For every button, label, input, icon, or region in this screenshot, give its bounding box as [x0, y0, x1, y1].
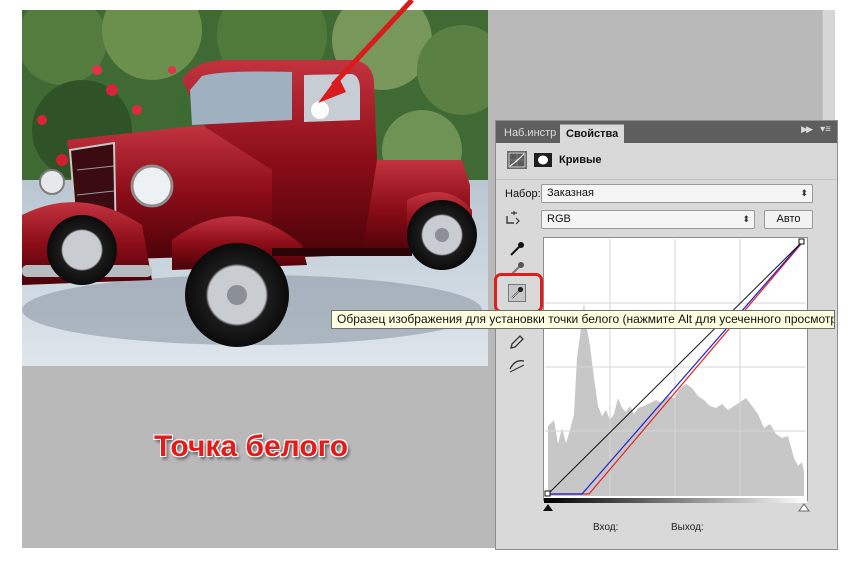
pencil-curve-icon[interactable] — [508, 333, 526, 351]
collapse-panel-icon[interactable]: ▶▶ — [801, 124, 813, 135]
curves-graph-svg — [544, 238, 806, 497]
tool-highlight-frame — [494, 273, 543, 313]
properties-header: Кривые — [496, 144, 837, 180]
input-gradient-bar[interactable] — [543, 497, 813, 515]
panel-menu-icon[interactable]: ▾≡ — [820, 124, 831, 135]
preset-select[interactable]: Заказная ⬍ — [541, 184, 813, 203]
auto-button[interactable]: Авто — [764, 210, 813, 229]
preset-label: Набор: — [505, 188, 541, 200]
eyedropper-tooltip: Образец изображения для установки точки … — [331, 310, 835, 329]
tab-tool-presets[interactable]: Наб.инстр — [498, 124, 562, 143]
panel-tab-bar: Наб.инстр Свойства ▶▶ ▾≡ — [496, 121, 837, 143]
on-image-adjust-icon[interactable] — [503, 210, 521, 228]
curves-adjustment-icon[interactable] — [507, 151, 527, 169]
input-label: Вход: — [593, 522, 619, 533]
output-label: Выход: — [671, 522, 704, 533]
black-point-eyedropper-icon[interactable] — [508, 240, 526, 258]
tab-properties[interactable]: Свойства — [560, 124, 625, 143]
channel-value: RGB — [547, 213, 571, 225]
preset-value: Заказная — [547, 187, 595, 199]
white-point-caption: Точка белого — [154, 430, 349, 463]
channel-select[interactable]: RGB ⬍ — [541, 210, 755, 229]
select-arrows-icon: ⬍ — [742, 214, 750, 224]
mask-icon[interactable] — [533, 151, 553, 169]
select-arrows-icon: ⬍ — [800, 188, 808, 198]
properties-title: Кривые — [559, 154, 602, 166]
curves-graph[interactable] — [543, 237, 808, 501]
histogram — [548, 302, 804, 496]
smooth-curve-icon[interactable] — [508, 356, 526, 374]
